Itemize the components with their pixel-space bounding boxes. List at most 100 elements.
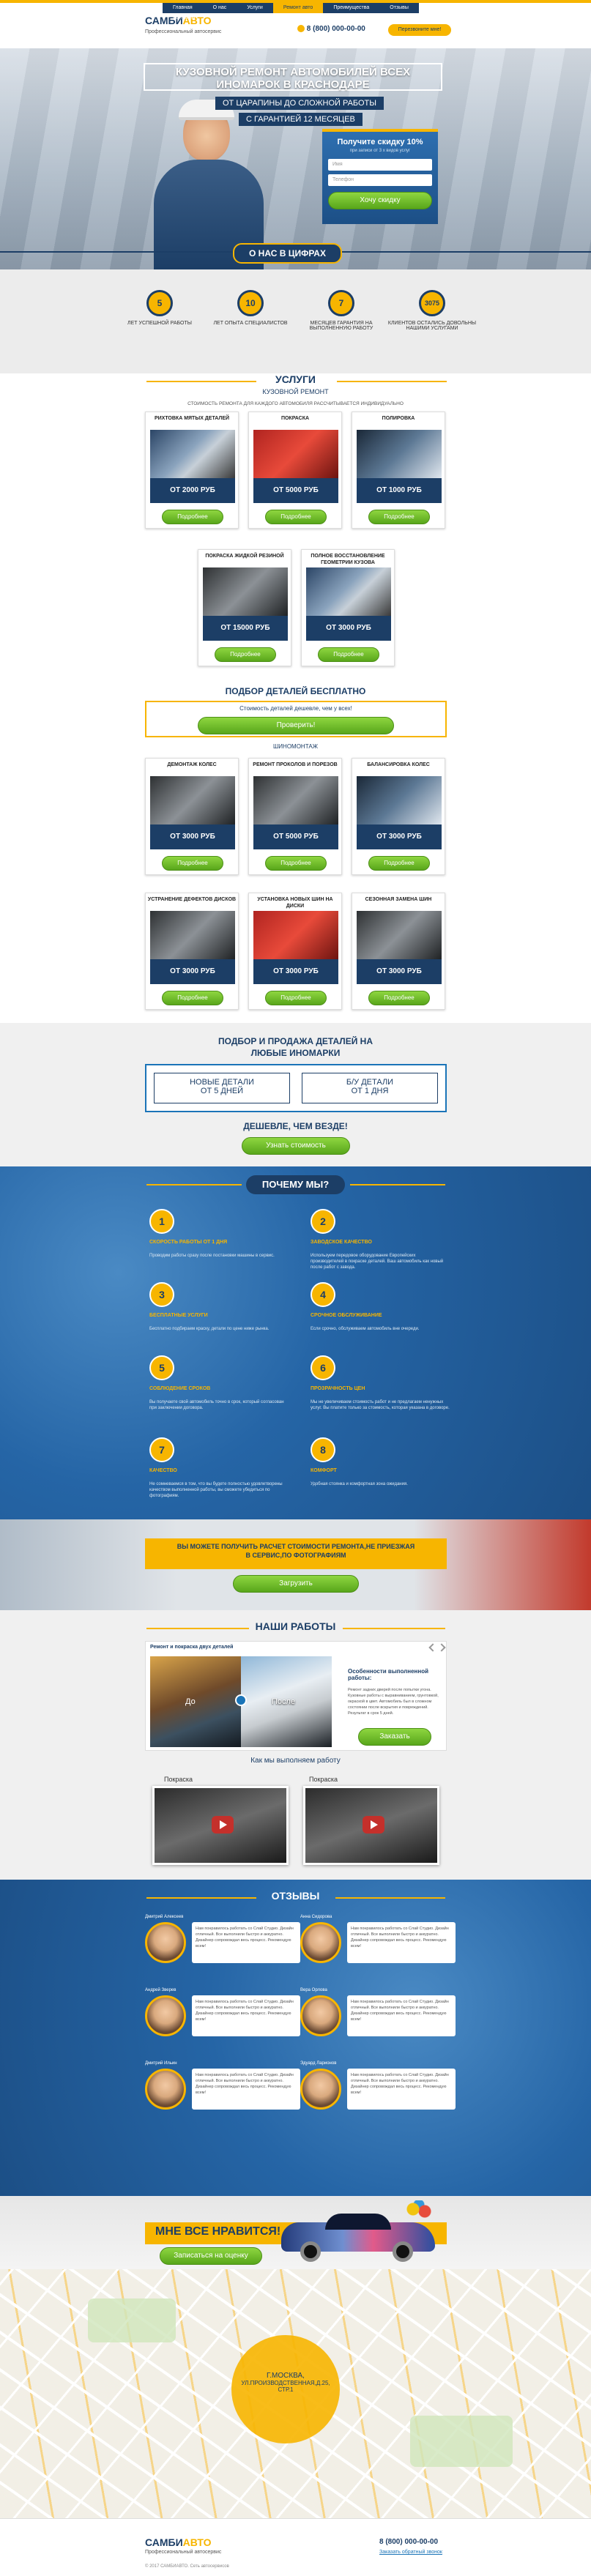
tire-card: Балансировка колес ОТ 3000 РУБ Подробнее (352, 758, 445, 875)
prev-arrow-icon[interactable] (428, 1643, 437, 1652)
service-details-button[interactable]: Подробнее (162, 510, 223, 524)
service-title: Рихтовка мятых деталей (154, 416, 230, 421)
tire-details-button[interactable]: Подробнее (265, 856, 327, 871)
nav-contacts[interactable]: Контакты (163, 13, 205, 23)
reviewer-name: Дмитрий Алексеев (145, 1915, 184, 1919)
tire-details-button[interactable]: Подробнее (162, 856, 223, 871)
phone-icon (297, 25, 305, 33)
sale-box: НОВЫЕ ДЕТАЛИ ОТ 5 ДНЕЙ Б/У ДЕТАЛИ ОТ 1 Д… (145, 1064, 447, 1112)
discount-button[interactable]: Хочу скидку (328, 192, 432, 209)
stat-experience-number: 10 (237, 290, 264, 316)
service-price: ОТ 3000 РУБ (306, 616, 391, 641)
sale-section: ПОДБОР И ПРОДАЖА ДЕТАЛЕЙ НА ЛЮБЫЕ ИНОМАР… (0, 1023, 591, 1166)
tire-card: Ремонт проколов и порезов ОТ 5000 РУБ Подр… (248, 758, 342, 875)
name-field[interactable]: Имя (328, 159, 432, 171)
nav-about[interactable]: О нас (203, 3, 237, 13)
tire-details-button[interactable]: Подробнее (265, 991, 327, 1005)
slider-handle[interactable] (235, 1694, 247, 1706)
nav-repair[interactable]: Ремонт авто (272, 3, 324, 13)
check-button[interactable]: Проверить! (198, 717, 394, 734)
stat-clients: 3075 клиентов остались довольны нашими ус… (381, 290, 483, 331)
header: САМБИАВТО Профессиональный автосервис Гл… (0, 0, 591, 48)
why-heading-text: Бесплатные услуги (149, 1313, 208, 1318)
stats-title: О НАС В ЦИФРАХ (233, 243, 342, 264)
why-description: Используем передовое оборудование Европе… (311, 1254, 444, 1270)
works-title: НАШИ РАБОТЫ (255, 1620, 336, 1632)
reviewer-avatar (300, 1995, 341, 2036)
services-title: УСЛУГИ (275, 373, 316, 385)
stat-clients-text: клиентов остались довольны нашими услуга… (387, 321, 477, 331)
nav-services[interactable]: Услуги (237, 3, 273, 13)
nav-advantages[interactable]: Преимущества (323, 3, 379, 13)
nav-reviews[interactable]: Отзывы (379, 3, 419, 13)
next-arrow-icon[interactable] (437, 1643, 446, 1652)
form-subtitle: при записи от 3 х видов услуг (349, 149, 411, 153)
cheaper-text: ДЕШЕВЛЕ, ЧЕМ ВЕЗДЕ! (243, 1121, 348, 1131)
play-icon[interactable] (363, 1816, 384, 1834)
stat-years-number: 5 (146, 290, 173, 316)
tire-title: Ремонт проколов и порезов (253, 762, 338, 767)
hero-title-box: КУЗОВНОЙ РЕМОНТ АВТОМОБИЛЕЙ ВСЕХ ИНОМАРО… (144, 63, 442, 91)
service-title: Покраска жидкой резиной (205, 554, 284, 559)
why-heading-text: Срочное обслуживание (311, 1313, 382, 1318)
phone-field[interactable]: Телефон (328, 174, 432, 186)
service-details-button[interactable]: Подробнее (265, 510, 327, 524)
features-text: Ремонт задних дверей после попытки угона… (348, 1688, 439, 1716)
car-window (325, 2214, 391, 2230)
tire-title: Балансировка колес (367, 762, 430, 767)
video-player[interactable] (303, 1786, 439, 1865)
service-card: Покраска жидкой резиной ОТ 15000 РУБ Подро… (198, 549, 291, 666)
car-wheel-rear (393, 2241, 413, 2262)
used-parts-label: Б/У ДЕТАЛИ (346, 1078, 394, 1087)
service-details-button[interactable]: Подробнее (318, 647, 379, 662)
play-icon[interactable] (212, 1816, 234, 1834)
tires-title: ШИНОМОНТАЖ (272, 743, 319, 750)
tire-card: Сезонная замена шин ОТ 3000 РУБ Подробнее (352, 893, 445, 1010)
review-text: Нам понравилось работать со Слай Студио.… (347, 2069, 456, 2110)
order-button[interactable]: Заказать (358, 1728, 431, 1746)
estimate-box: ВЫ МОЖЕТЕ ПОЛУЧИТЬ РАСЧЕТ СТОИМОСТИ РЕМО… (145, 1538, 447, 1569)
services-section: УСЛУГИ КУЗОВНОЙ РЕМОНТ СТОИМОСТЬ РЕМОНТА… (0, 373, 591, 685)
address-line1: Г.МОСКВА, (267, 2372, 305, 2380)
after-photo: После (241, 1656, 332, 1747)
works-card: Ремонт и покраска двух деталей До После … (145, 1641, 447, 1751)
reviewer-name: Анна Сидорова (300, 1915, 332, 1919)
used-parts-time: ОТ 1 ДНЯ (351, 1087, 389, 1095)
new-parts-time: ОТ 5 ДНЕЙ (200, 1087, 244, 1095)
sale-title-1: ПОДБОР И ПРОДАЖА ДЕТАЛЕЙ НА (218, 1036, 373, 1046)
why-description: Бесплатно подбираем краску, детали по це… (149, 1327, 270, 1331)
why-heading-text: Комфорт (311, 1468, 337, 1473)
tire-details-button[interactable]: Подробнее (162, 991, 223, 1005)
review-card: Анна Сидорова Нам понравилось работать со… (300, 1915, 456, 1968)
footer-logo[interactable]: САМБИАВТО (145, 2536, 211, 2548)
tire-details-button[interactable]: Подробнее (368, 991, 430, 1005)
review-text: Нам понравилось работать со Слай Студио.… (192, 1995, 300, 2036)
nav-home[interactable]: Главная (163, 3, 203, 13)
service-details-button[interactable]: Подробнее (368, 510, 430, 524)
why-description: Если срочно, обслуживаем автомобиль вне … (311, 1327, 420, 1331)
review-text: Нам понравилось работать со Слай Студио.… (347, 1922, 456, 1963)
why-number: 2 (311, 1209, 335, 1234)
footer-phone[interactable]: 8 (800) 000-00-00 (379, 2538, 438, 2546)
upload-button[interactable]: Загрузить (233, 1575, 359, 1593)
reviewer-avatar (300, 2069, 341, 2110)
tires-section: ШИНОМОНТАЖ Демонтаж колес ОТ 3000 РУБ Подр… (0, 743, 591, 1023)
tire-title: Установка новых шин на диски (257, 897, 333, 909)
stat-warranty-text: месяцев гарантия на выполненную работу (309, 321, 373, 331)
price-button[interactable]: Узнать стоимость (242, 1137, 350, 1155)
why-heading-text: Скорость работы от 1 дня (149, 1240, 228, 1245)
video-player[interactable] (152, 1786, 289, 1865)
header-phone-text: 8 (800) 000-00-00 (306, 25, 365, 33)
service-details-button[interactable]: Подробнее (215, 647, 276, 662)
parts-section: ПОДБОР ДЕТАЛЕЙ БЕСПЛАТНО Стоимость детал… (0, 685, 591, 743)
book-button[interactable]: Записаться на оценку (160, 2247, 262, 2265)
services-heading: УСЛУГИ (0, 373, 591, 385)
callback-button[interactable]: Перезвоните мне! (388, 24, 451, 36)
tire-details-button[interactable]: Подробнее (368, 856, 430, 871)
why-number: 5 (149, 1355, 174, 1380)
reviews-section: ОТЗЫВЫ Дмитрий Алексеев Нам понравилось р… (0, 1880, 591, 2196)
address-marker[interactable]: Г.МОСКВА, УЛ.ПРОИЗВОДСТВЕННАЯ,Д.25, СТР.… (231, 2335, 340, 2443)
footer-callback-link[interactable]: Заказать обратный звонок (379, 2550, 442, 2555)
cta-section: МНЕ ВСЕ НРАВИТСЯ! Записаться на оценку (0, 2196, 591, 2269)
header-phone[interactable]: 8 (800) 000-00-00 (297, 25, 365, 33)
